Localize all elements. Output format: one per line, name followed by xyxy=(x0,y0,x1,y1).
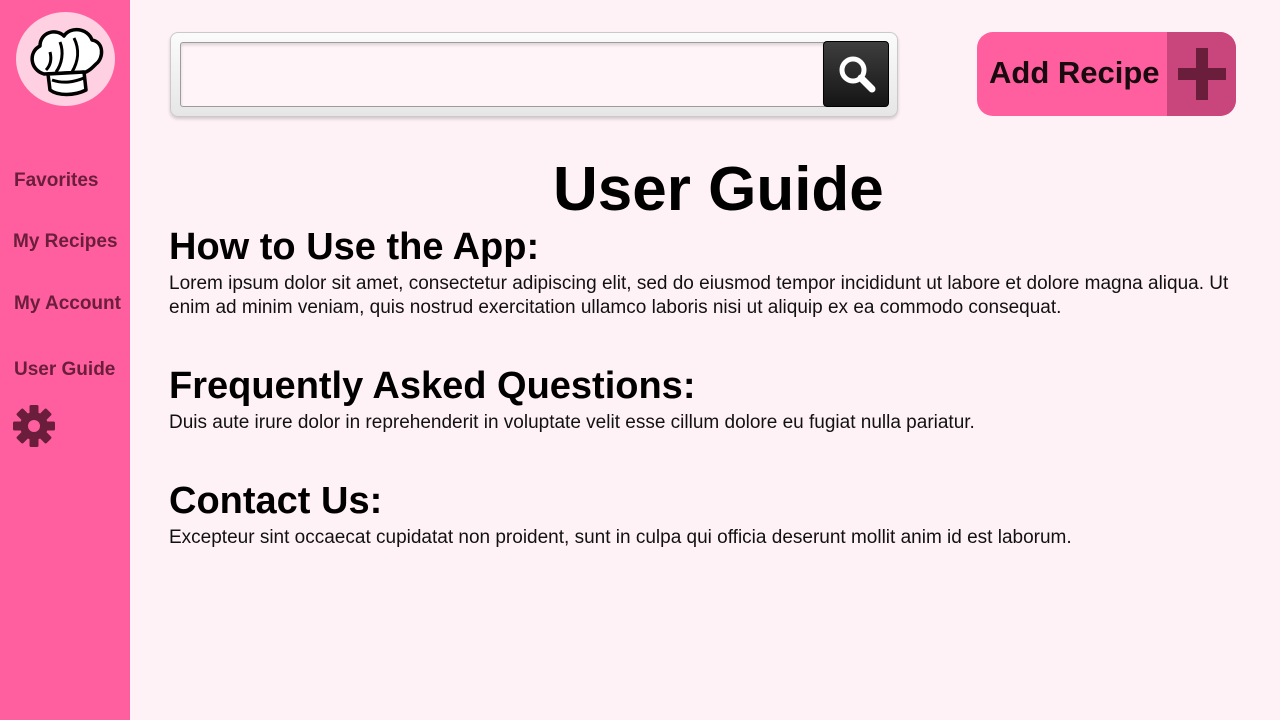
add-recipe-plus-area xyxy=(1167,32,1236,116)
search-input[interactable] xyxy=(180,42,825,107)
add-recipe-label: Add Recipe xyxy=(989,55,1160,90)
sidebar-item-my-account[interactable]: My Account xyxy=(14,293,121,315)
gear-icon xyxy=(13,405,55,447)
search-bar xyxy=(170,32,898,117)
section-body-faq: Duis aute irure dolor in reprehenderit i… xyxy=(169,412,975,433)
sidebar-item-my-recipes[interactable]: My Recipes xyxy=(13,231,118,253)
section-body-contact: Excepteur sint occaecat cupidatat non pr… xyxy=(169,527,1072,548)
section-heading-faq: Frequently Asked Questions: xyxy=(169,365,696,407)
section-heading-how-to-use: How to Use the App: xyxy=(169,226,540,268)
page-title: User Guide xyxy=(553,155,884,224)
plus-icon xyxy=(1178,48,1226,100)
sidebar-item-user-guide[interactable]: User Guide xyxy=(14,359,115,381)
sidebar-item-favorites[interactable]: Favorites xyxy=(14,170,98,192)
sidebar: Favorites My Recipes My Account User Gui… xyxy=(0,0,130,720)
section-body-how-to-use: Lorem ipsum dolor sit amet, consectetur … xyxy=(169,273,1229,318)
chef-hat-logo[interactable] xyxy=(16,12,115,106)
section-heading-contact: Contact Us: xyxy=(169,480,383,522)
search-icon xyxy=(839,56,876,93)
add-recipe-button[interactable]: Add Recipe xyxy=(977,32,1236,116)
chef-hat-icon xyxy=(30,27,104,97)
search-button[interactable] xyxy=(823,41,889,107)
settings-button[interactable] xyxy=(12,404,56,448)
